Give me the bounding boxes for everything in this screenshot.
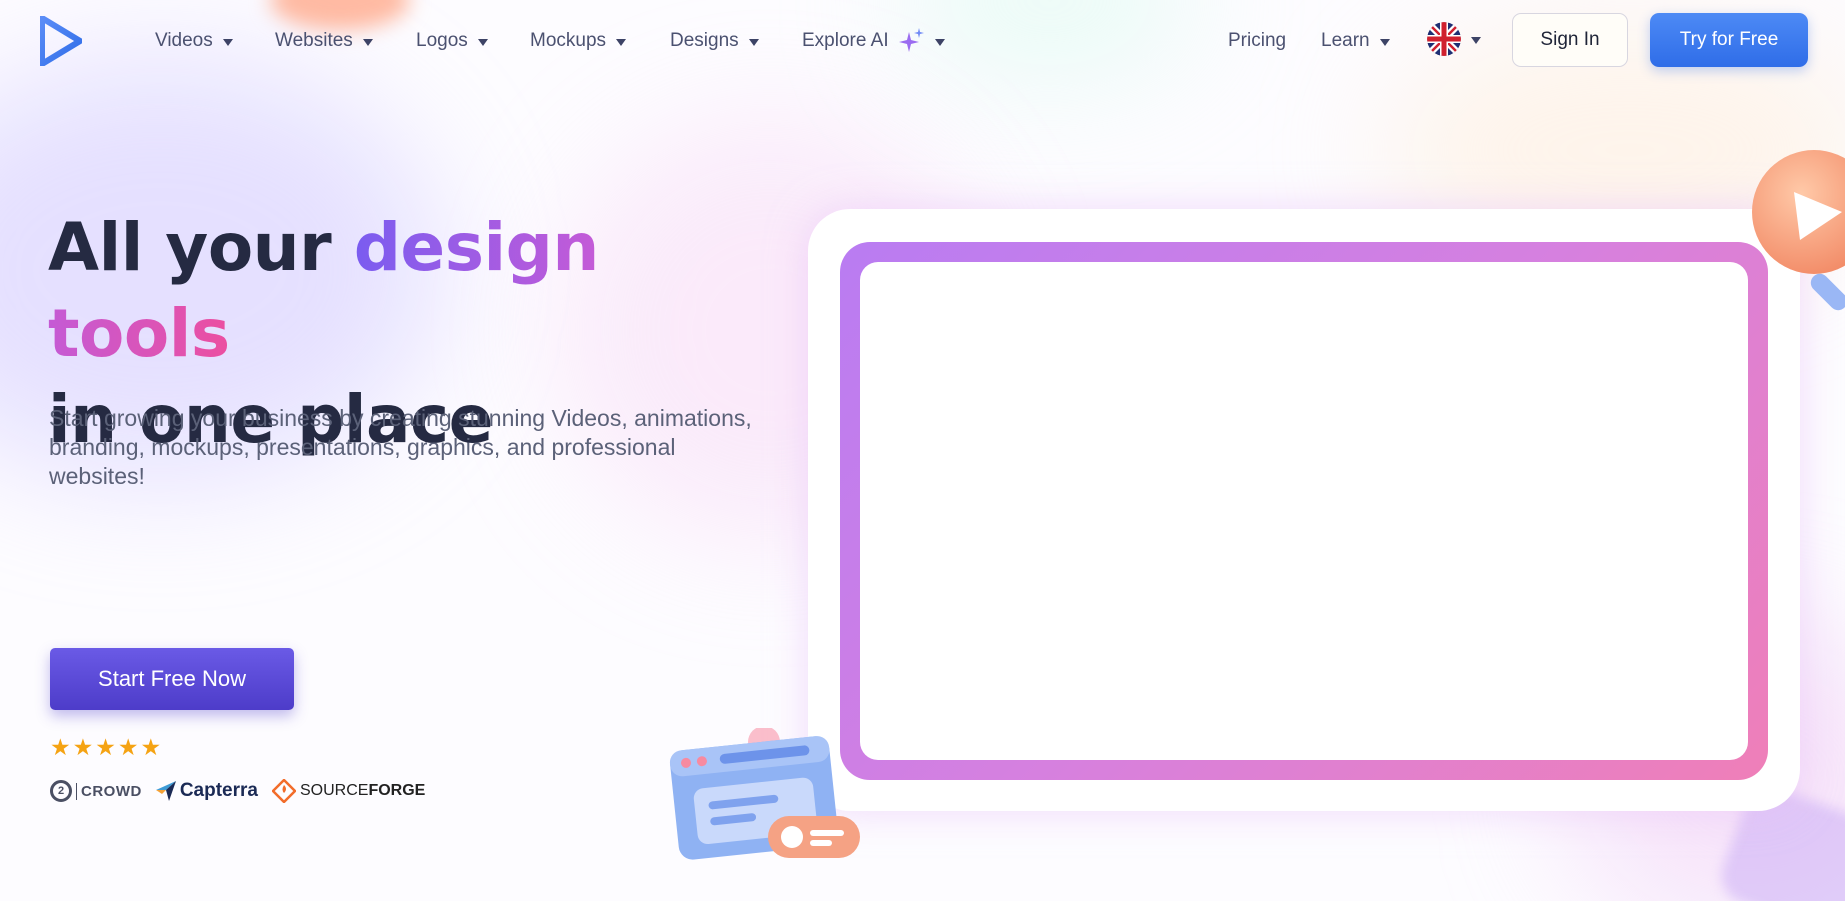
hero-subtitle: Start growing your business by creating …: [49, 405, 752, 489]
star-icon: ★: [95, 735, 116, 761]
nav-learn[interactable]: Learn: [1321, 26, 1390, 56]
sign-in-button[interactable]: Sign In: [1512, 13, 1628, 67]
nav-videos-label: Videos: [155, 30, 213, 51]
capterra-logo: Capterra: [155, 780, 258, 802]
sourceforge-icon: [271, 779, 296, 803]
sourceforge-logo: SOURCEFORGE: [271, 779, 425, 803]
sourceforge-logo-text: SOURCEFORGE: [300, 782, 425, 800]
star-icon: ★: [140, 735, 162, 761]
chevron-down-icon: [477, 38, 488, 46]
sparkle-icon: [898, 28, 924, 52]
g2-icon: 2: [50, 780, 72, 802]
nav-videos[interactable]: Videos: [155, 26, 233, 56]
start-free-now-button[interactable]: Start Free Now: [50, 648, 294, 710]
nav-pricing-label: Pricing: [1228, 30, 1287, 51]
play-button-illustration-icon: [1752, 150, 1845, 311]
top-navigation: Videos Websites Logos Mockups Designs Ex…: [0, 0, 1845, 82]
g2-logo-text: CROWD: [76, 782, 142, 800]
chevron-down-icon: [748, 38, 759, 46]
nav-explore-ai-label: Explore AI: [802, 30, 889, 51]
hero-media-placeholder[interactable]: [860, 262, 1748, 760]
nav-mockups[interactable]: Mockups: [530, 26, 627, 56]
nav-logos-label: Logos: [416, 30, 468, 51]
nav-websites-label: Websites: [275, 30, 353, 51]
nav-learn-label: Learn: [1321, 30, 1370, 51]
star-icon: ★: [117, 735, 139, 761]
nav-logos[interactable]: Logos: [416, 26, 488, 56]
rating-stars: ★ ★ ★ ★ ★: [50, 734, 161, 762]
star-icon: ★: [72, 735, 94, 761]
capterra-logo-text: Capterra: [179, 780, 258, 801]
nav-explore-ai[interactable]: Explore AI: [802, 26, 945, 56]
nav-websites[interactable]: Websites: [275, 26, 373, 56]
chevron-down-icon: [1471, 36, 1481, 44]
capterra-arrow-icon: [155, 781, 176, 801]
language-selector[interactable]: [1427, 22, 1481, 56]
sourceforge-text-b: FORGE: [368, 782, 426, 799]
try-for-free-button[interactable]: Try for Free: [1650, 13, 1808, 67]
chevron-down-icon: [222, 38, 233, 46]
nav-pricing[interactable]: Pricing: [1228, 26, 1286, 56]
chevron-down-icon: [1379, 38, 1390, 46]
chevron-down-icon: [616, 38, 627, 46]
hero-title-part-1: All your: [48, 209, 354, 286]
brand-logo-icon[interactable]: [40, 16, 82, 66]
nav-mockups-label: Mockups: [530, 30, 607, 51]
chevron-down-icon: [362, 38, 373, 46]
sourceforge-text-a: SOURCE: [299, 782, 369, 799]
browser-window-illustration-icon: [669, 728, 860, 860]
uk-flag-icon: [1427, 22, 1461, 56]
nav-designs-label: Designs: [670, 30, 739, 51]
review-logos: 2 CROWD Capterra SOURCEFORGE: [50, 776, 439, 806]
nav-designs[interactable]: Designs: [670, 26, 759, 56]
g2-crowd-logo: 2 CROWD: [50, 780, 142, 802]
chevron-down-icon: [934, 38, 945, 46]
star-icon: ★: [50, 735, 71, 761]
